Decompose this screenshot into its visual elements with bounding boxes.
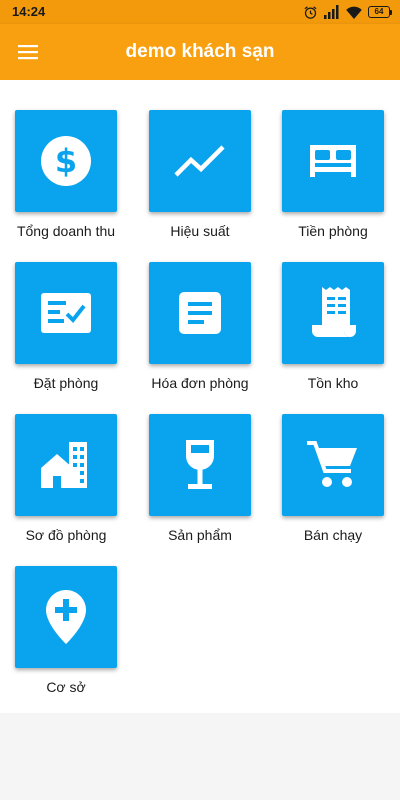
battery-icon: 64 (368, 6, 392, 18)
bed-icon (310, 145, 356, 177)
tile-icon-box (149, 110, 251, 212)
status-icons: 64 (303, 3, 392, 21)
status-bar: 14:24 64 (0, 0, 400, 24)
tile-label: Sản phẩm (168, 527, 232, 543)
location-add-icon (46, 590, 86, 644)
menu-tile-co-so[interactable]: Cơ sở (11, 566, 121, 695)
menu-tile-tien-phong[interactable]: Tiền phòng (278, 110, 388, 239)
app-title: demo khách sạn (125, 41, 275, 62)
tile-label: Cơ sở (46, 679, 86, 695)
app-bar: demo khách sạn (0, 24, 400, 80)
tile-icon-box (282, 110, 384, 212)
tile-icon-box (282, 262, 384, 364)
wine-glass-icon (186, 440, 214, 489)
status-time: 14:24 (12, 4, 46, 19)
tile-icon-box: $ (15, 110, 117, 212)
tile-icon-box (149, 414, 251, 516)
receipt-icon (312, 287, 356, 337)
tile-icon-box (15, 262, 117, 364)
battery-level: 64 (374, 7, 384, 16)
tile-icon-box (149, 262, 251, 364)
tile-label: Sơ đồ phòng (25, 527, 107, 543)
menu-tile-so-do-phong[interactable]: Sơ đồ phòng (11, 414, 121, 543)
tile-label: Tổng doanh thu (16, 223, 116, 239)
menu-grid: $ Tổng doanh thu Hiệu suất Tiền phòng Đặ… (0, 80, 400, 713)
menu-tile-san-pham[interactable]: Sản phẩm (145, 414, 255, 543)
menu-tile-hieu-suat[interactable]: Hiệu suất (145, 110, 255, 239)
tile-label: Tiền phòng (298, 223, 368, 239)
tile-icon-box (15, 414, 117, 516)
menu-tile-tong-doanh-thu[interactable]: $ Tổng doanh thu (11, 110, 121, 239)
menu-tile-hoa-don-phong[interactable]: Hóa đơn phòng (145, 262, 255, 391)
building-icon (41, 442, 87, 488)
menu-tile-dat-phong[interactable]: Đặt phòng (11, 262, 121, 391)
signal-icon (324, 5, 339, 19)
menu-tile-ban-chay[interactable]: Bán chạy (278, 414, 388, 543)
tile-icon-box (282, 414, 384, 516)
tile-label: Đặt phòng (33, 375, 99, 391)
tile-icon-box (15, 566, 117, 668)
tile-label: Bán chạy (303, 527, 363, 543)
alarm-icon (304, 5, 317, 19)
tile-label: Hiệu suất (170, 223, 230, 239)
tile-label: Hóa đơn phòng (151, 375, 249, 391)
svg-text:$: $ (55, 142, 77, 180)
tile-label: Tồn kho (307, 375, 359, 391)
cart-icon (307, 441, 357, 487)
checklist-icon (41, 293, 91, 333)
menu-tile-ton-kho[interactable]: Tồn kho (278, 262, 388, 391)
wifi-icon (346, 6, 362, 19)
document-icon (179, 292, 221, 334)
trending-up-icon (174, 145, 225, 177)
dollar-icon: $ (41, 136, 91, 186)
